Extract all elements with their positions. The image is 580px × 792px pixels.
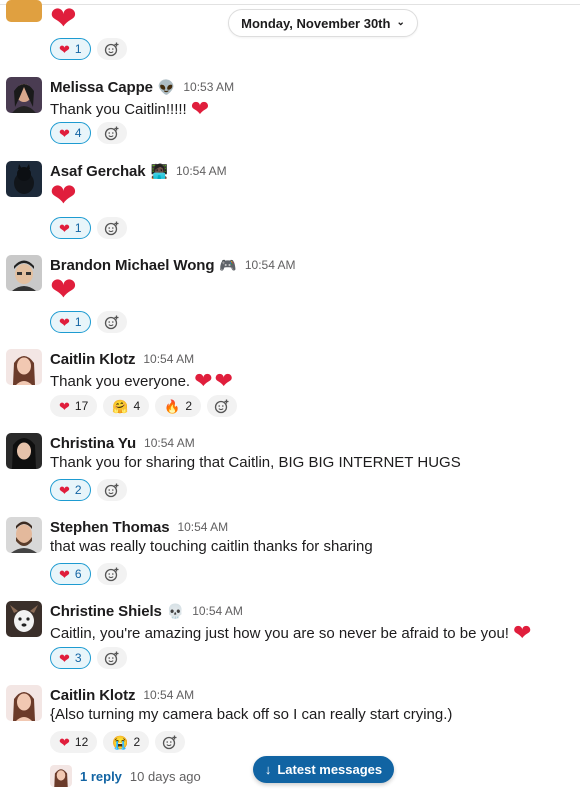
message-text: {Also turning my camera back off so I ca… xyxy=(50,706,453,723)
timestamp[interactable]: 10:54 AM xyxy=(176,164,227,178)
message-text: Thank you everyone. xyxy=(50,372,191,390)
add-reaction-button[interactable] xyxy=(96,311,127,333)
avatar[interactable] xyxy=(6,433,42,469)
reaction-heart[interactable]: ❤ 2 xyxy=(50,479,91,501)
reaction-heart[interactable]: ❤ 1 xyxy=(50,38,91,60)
reaction-bar: ❤ 1 xyxy=(50,38,127,60)
add-reaction-button[interactable] xyxy=(96,563,127,585)
heart-emoji: ❤ xyxy=(50,271,77,307)
timestamp[interactable]: 10:54 AM xyxy=(144,436,195,450)
avatar[interactable] xyxy=(6,517,42,553)
heart-icon: ❤ xyxy=(59,398,70,414)
add-reaction-button[interactable] xyxy=(96,122,127,144)
reaction-heart[interactable]: ❤ 17 xyxy=(50,395,98,417)
add-reaction-button[interactable] xyxy=(155,731,186,753)
add-reaction-button[interactable] xyxy=(96,647,127,669)
add-emoji-icon xyxy=(104,42,119,57)
heart-emoji: ❤ xyxy=(50,0,77,36)
arrow-down-icon: ↓ xyxy=(264,762,272,777)
author-name[interactable]: Caitlin Klotz xyxy=(50,687,135,704)
heart-icon: ❤ xyxy=(59,734,70,750)
message-text: Caitlin, you're amazing just how you are… xyxy=(50,624,509,642)
avatar[interactable] xyxy=(6,255,42,291)
status-emoji: 👽 xyxy=(157,78,176,95)
author-name[interactable]: Christina Yu xyxy=(50,435,136,452)
add-reaction-button[interactable] xyxy=(96,479,127,501)
avatar[interactable] xyxy=(6,349,42,385)
reaction-heart[interactable]: ❤ 6 xyxy=(50,563,91,585)
reaction-crying[interactable]: 😭 2 xyxy=(103,731,150,753)
heart-emoji: ❤ xyxy=(194,368,213,393)
status-emoji: 🧑🏿‍💻 xyxy=(150,162,168,179)
fire-icon: 🔥 xyxy=(164,398,181,414)
timestamp[interactable]: 10:54 AM xyxy=(245,258,296,272)
thread-reply-row[interactable]: 1 reply 10 days ago xyxy=(50,765,201,787)
message-text: Thank you Caitlin!!!!! xyxy=(50,100,187,118)
author-name[interactable]: Christine Shiels xyxy=(50,603,162,620)
avatar[interactable] xyxy=(6,0,42,22)
message-text: that was really touching caitlin thanks … xyxy=(50,538,373,555)
avatar[interactable] xyxy=(6,77,42,113)
reaction-heart[interactable]: ❤ 4 xyxy=(50,122,91,144)
latest-messages-button[interactable]: ↓ Latest messages xyxy=(253,756,394,783)
hugging-face-icon: 🤗 xyxy=(112,398,129,414)
add-reaction-button[interactable] xyxy=(207,395,238,417)
top-divider xyxy=(0,4,580,5)
timestamp[interactable]: 10:54 AM xyxy=(177,520,228,534)
heart-emoji: ❤ xyxy=(512,620,532,645)
heart-emoji: ❤ xyxy=(190,96,210,121)
add-reaction-button[interactable] xyxy=(96,38,127,60)
chevron-down-icon: ⌄ xyxy=(396,16,405,28)
avatar[interactable] xyxy=(6,685,42,721)
add-emoji-icon xyxy=(162,735,177,750)
add-emoji-icon xyxy=(104,315,119,330)
date-divider-button[interactable]: Monday, November 30th ⌄ xyxy=(228,9,418,37)
reply-count-link[interactable]: 1 reply xyxy=(80,769,122,784)
reply-time: 10 days ago xyxy=(129,768,201,784)
latest-messages-label: Latest messages xyxy=(277,762,383,777)
add-emoji-icon xyxy=(104,651,119,666)
add-emoji-icon xyxy=(214,399,229,414)
author-name[interactable]: Melissa Cappe xyxy=(50,79,153,96)
author-name[interactable]: Caitlin Klotz xyxy=(50,351,135,368)
heart-emoji: ❤ xyxy=(214,368,233,393)
timestamp[interactable]: 10:54 AM xyxy=(143,688,194,702)
date-label: Monday, November 30th xyxy=(241,15,391,31)
timestamp[interactable]: 10:53 AM xyxy=(183,80,234,94)
reply-avatar xyxy=(50,765,72,787)
avatar[interactable] xyxy=(6,601,42,637)
add-emoji-icon xyxy=(104,126,119,141)
reaction-heart[interactable]: ❤ 12 xyxy=(50,731,98,753)
timestamp[interactable]: 10:54 AM xyxy=(192,604,243,618)
reaction-fire[interactable]: 🔥 2 xyxy=(155,395,202,417)
crying-face-icon: 😭 xyxy=(112,734,129,750)
author-name[interactable]: Stephen Thomas xyxy=(50,519,170,536)
heart-emoji: ❤ xyxy=(50,177,77,213)
add-emoji-icon xyxy=(104,483,119,498)
avatar[interactable] xyxy=(6,161,42,197)
add-reaction-button[interactable] xyxy=(96,217,127,239)
reaction-heart[interactable]: ❤ 1 xyxy=(50,311,91,333)
add-emoji-icon xyxy=(104,567,119,582)
reaction-heart[interactable]: ❤ 1 xyxy=(50,217,91,239)
reaction-heart[interactable]: ❤ 3 xyxy=(50,647,91,669)
add-emoji-icon xyxy=(104,221,119,236)
reaction-hug[interactable]: 🤗 4 xyxy=(103,395,150,417)
status-emoji: 🎮 xyxy=(219,256,237,273)
message-text: Thank you for sharing that Caitlin, BIG … xyxy=(50,454,461,471)
timestamp[interactable]: 10:54 AM xyxy=(143,352,194,366)
status-emoji: 💀 xyxy=(166,602,185,619)
